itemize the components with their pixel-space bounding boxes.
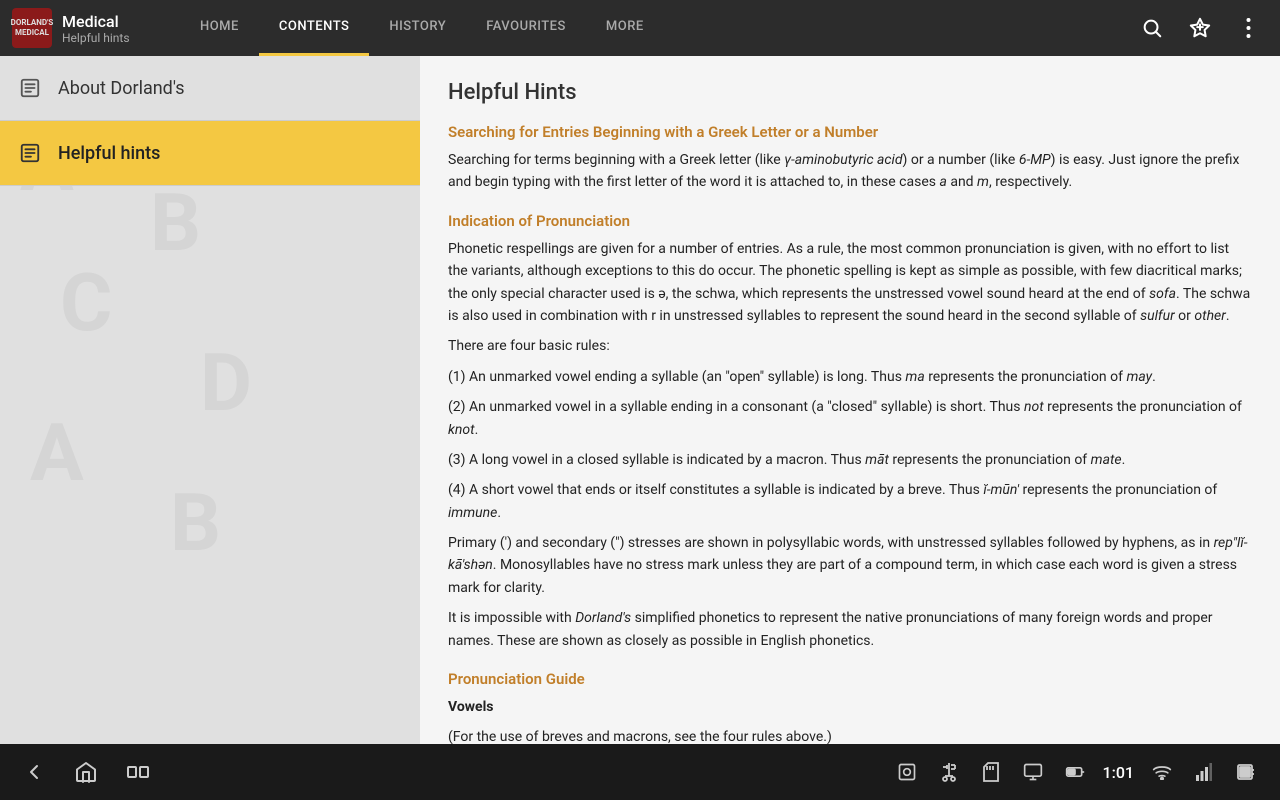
usb-icon: [935, 758, 963, 786]
top-bar-actions: [1120, 12, 1280, 44]
top-bar: DORLAND'SMEDICAL Medical Helpful hints H…: [0, 0, 1280, 56]
sidebar-item-helpful-label: Helpful hints: [58, 143, 160, 164]
section-heading-greek: Searching for Entries Beginning with a G…: [448, 123, 1252, 141]
search-icon[interactable]: [1136, 12, 1168, 44]
time-display: 1:01: [1103, 763, 1135, 782]
bottom-left-controls: [20, 758, 152, 786]
sidebar-item-about-label: About Dorland's: [58, 78, 185, 99]
section-text-greek: Searching for terms beginning with a Gre…: [448, 149, 1252, 194]
sidebar-items-container: About Dorland's Helpful hints: [0, 56, 420, 186]
bottom-bar: 1:01: [0, 744, 1280, 800]
nav-tabs: HOME CONTENTS HISTORY FAVOURITES MORE: [180, 0, 1120, 56]
nfc-icon: [893, 758, 921, 786]
section-heading-guide: Pronunciation Guide: [448, 670, 1252, 688]
tab-favourites[interactable]: FAVOURITES: [466, 0, 586, 56]
tab-contents[interactable]: CONTENTS: [259, 0, 369, 56]
section-heading-pronunciation: Indication of Pronunciation: [448, 212, 1252, 230]
app-icon-area: DORLAND'SMEDICAL Medical Helpful hints: [0, 8, 180, 48]
section-text-pron-4: (2) An unmarked vowel in a syllable endi…: [448, 396, 1252, 441]
section-text-pron-5: (3) A long vowel in a closed syllable is…: [448, 449, 1252, 471]
battery-full-icon: [1232, 758, 1260, 786]
signal-icon: [1190, 758, 1218, 786]
sidebar-item-about[interactable]: About Dorland's: [0, 56, 420, 121]
document-icon: [16, 74, 44, 102]
tab-more[interactable]: MORE: [586, 0, 664, 56]
content-title: Helpful Hints: [448, 80, 1252, 105]
section-text-pron-6: (4) A short vowel that ends or itself co…: [448, 479, 1252, 524]
app-icon: DORLAND'SMEDICAL: [12, 8, 52, 48]
recents-icon[interactable]: [124, 758, 152, 786]
app-title-group: Medical Helpful hints: [62, 12, 130, 45]
section-text-pron-1: Phonetic respellings are given for a num…: [448, 238, 1252, 328]
tab-home[interactable]: HOME: [180, 0, 259, 56]
section-text-pron-8: It is impossible with Dorland's simplifi…: [448, 607, 1252, 652]
wifi-icon: [1148, 758, 1176, 786]
tab-history[interactable]: HISTORY: [369, 0, 466, 56]
main-area: A B C D A B About Dorland's: [0, 56, 1280, 744]
home-icon[interactable]: [72, 758, 100, 786]
favourites-add-icon[interactable]: [1184, 12, 1216, 44]
sd-card-icon: [977, 758, 1005, 786]
bottom-right-status: 1:01: [893, 758, 1261, 786]
document-icon-2: [16, 139, 44, 167]
sidebar: A B C D A B About Dorland's: [0, 56, 420, 744]
subsection-vowels-title: Vowels: [448, 696, 1252, 718]
section-text-pron-2: There are four basic rules:: [448, 335, 1252, 357]
section-text-pron-7: Primary (′) and secondary (″) stresses a…: [448, 532, 1252, 599]
app-title: Medical: [62, 12, 130, 31]
battery-status-icon: [1061, 758, 1089, 786]
vowels-note: (For the use of breves and macrons, see …: [448, 726, 1252, 744]
content-area: Helpful Hints Searching for Entries Begi…: [420, 56, 1280, 744]
back-icon[interactable]: [20, 758, 48, 786]
more-options-icon[interactable]: [1232, 12, 1264, 44]
sidebar-item-helpful[interactable]: Helpful hints: [0, 121, 420, 186]
section-text-pron-3: (1) An unmarked vowel ending a syllable …: [448, 366, 1252, 388]
screen-icon: [1019, 758, 1047, 786]
app-subtitle: Helpful hints: [62, 31, 130, 45]
